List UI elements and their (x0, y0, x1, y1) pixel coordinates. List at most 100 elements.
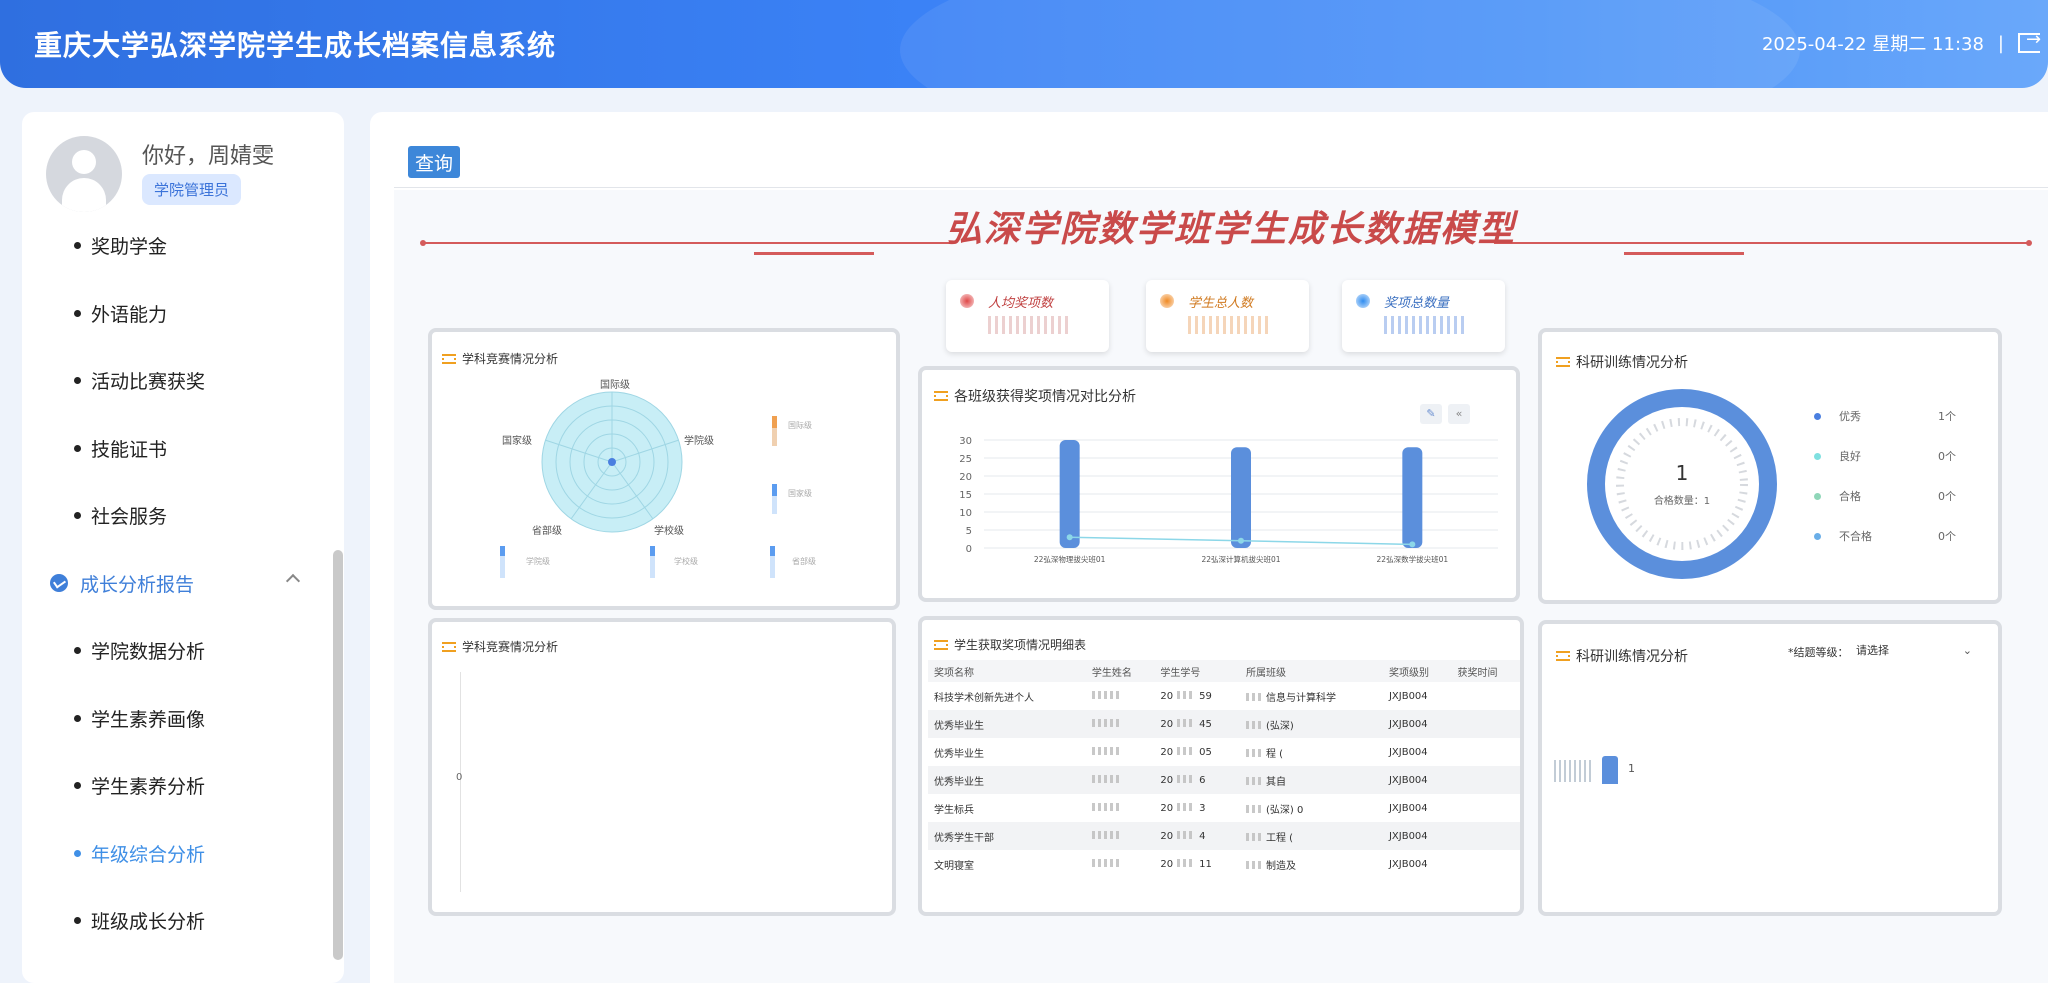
bottom-bar-label: 省部级 (792, 556, 816, 566)
y-tick-label: 5 (966, 526, 972, 537)
panel-title-text: 学科竞赛情况分析 (462, 640, 559, 654)
legend-name: 优秀 (1839, 410, 1861, 423)
table-row[interactable]: 优秀毕业生 20 45 (弘深) JXJB004 (928, 710, 1520, 738)
student-id-suffix: 3 (1199, 802, 1206, 814)
table-cell: (弘深) (1239, 710, 1383, 738)
series-point (1409, 541, 1416, 548)
header-divider: | (1997, 32, 2004, 54)
query-button[interactable]: 查询 (408, 146, 460, 178)
table-row[interactable]: 优秀毕业生 20 6 其自 JXJB004 (928, 766, 1520, 794)
chevron-up-icon[interactable] (285, 573, 301, 588)
table-header-cell[interactable]: 获奖时间 (1451, 660, 1520, 682)
sidebar-item-grade-analysis[interactable]: 年级综合分析 (22, 820, 344, 888)
table-header-cell[interactable]: 学生姓名 (1085, 660, 1155, 682)
sidebar-menu: 奖助学金 外语能力 活动比赛获奖 技能证书 社会服务 成长分析报告 学院数据分析… (22, 212, 344, 955)
stat-label: 人均奖项数 (988, 296, 1054, 311)
table-header-cell[interactable]: 所属班级 (1239, 660, 1383, 682)
table-header-cell[interactable]: 学生学号 (1154, 660, 1240, 682)
app-header: 重庆大学弘深学院学生成长档案信息系统 (0, 0, 2048, 88)
sidebar-item-college-analysis[interactable]: 学院数据分析 (22, 617, 344, 685)
side-bar-fill (772, 484, 777, 496)
table-cell (1451, 738, 1520, 766)
user-greeting: 你好，周婧雯 (142, 144, 275, 169)
sidebar-item-language[interactable]: 外语能力 (22, 280, 344, 348)
sidebar-item-label: 社会服务 (91, 506, 168, 529)
ring-legend-item: 良好 (1814, 448, 1861, 464)
student-id-suffix: 11 (1199, 858, 1212, 870)
role-badge: 学院管理员 (142, 174, 242, 205)
table-header-cell[interactable]: 奖项级别 (1382, 660, 1452, 682)
table-cell: 优秀毕业生 (928, 710, 1086, 738)
sidebar-item-scholarship[interactable]: 奖助学金 (22, 212, 344, 280)
bottom-bar-fill (650, 546, 655, 556)
table-header-cell[interactable]: 奖项名称 (928, 660, 1086, 682)
x-tick-label: 22弘深物理拔尖班01 (1034, 554, 1106, 564)
obscured-class (1245, 776, 1262, 785)
y-tick-label: 20 (959, 472, 972, 483)
obscured-name (1091, 858, 1122, 867)
sidebar-item-social-service[interactable]: 社会服务 (22, 482, 344, 550)
student-id-prefix: 20 (1160, 858, 1174, 870)
table-row[interactable]: 优秀毕业生 20 05 程 (JXJB004 (928, 738, 1520, 766)
filter-label: *结题等级： (1788, 646, 1849, 659)
bullet-icon (74, 444, 81, 452)
student-id-suffix: 6 (1199, 774, 1206, 786)
sidebar-group-growth-report[interactable]: 成长分析报告 (22, 550, 344, 618)
class-name: (弘深) (1265, 720, 1294, 732)
bullet-icon (74, 917, 81, 925)
sidebar-item-student-portrait[interactable]: 学生素养画像 (22, 685, 344, 753)
obscured-id (1177, 802, 1196, 811)
sidebar-item-certificate[interactable]: 技能证书 (22, 415, 344, 483)
sidebar-scrollbar[interactable] (333, 550, 343, 960)
student-id-prefix: 20 (1160, 774, 1174, 786)
sidebar-item-label: 外语能力 (91, 303, 168, 326)
sidebar-item-competition[interactable]: 活动比赛获奖 (22, 347, 344, 415)
obscured-class (1245, 860, 1262, 869)
research-bar-panel: 科研训练情况分析 *结题等级： 请选择 ⌄ 1 (1538, 620, 2002, 916)
ring-center-label: 合格数量：1 (1654, 494, 1710, 507)
bottom-bar-fill (500, 546, 505, 556)
logout-icon[interactable] (2018, 29, 2041, 53)
table-row[interactable]: 学生标兵 20 3 (弘深) 0 JXJB004 (928, 794, 1520, 822)
legend-name: 不合格 (1839, 530, 1872, 543)
table-row[interactable]: 文明寝室 20 11 制造及 JXJB004 (928, 850, 1520, 878)
research-ring-panel: 科研训练情况分析 1 合格数量：1 优秀 1个 良好 0个 合格 0个 不合格 … (1538, 328, 2002, 604)
ring-legend-value: 1个 (1938, 410, 1956, 423)
table-cell: 20 4 (1154, 822, 1240, 850)
table-cell: JXJB004 (1388, 746, 1428, 758)
table-row[interactable]: 优秀学生干部 20 4 工程 (JXJB004 (928, 822, 1520, 850)
student-id-prefix: 20 (1160, 690, 1174, 702)
obscured-id (1177, 690, 1196, 699)
chevron-down-icon: ⌄ (1962, 644, 1972, 657)
bullet-icon (74, 849, 81, 857)
banner-line-right (1494, 242, 2030, 244)
avatar[interactable] (46, 136, 122, 212)
report-icon (50, 574, 68, 593)
ring-legend-item: 优秀 (1814, 408, 1861, 424)
sidebar-item-student-analysis[interactable]: 学生素养分析 (22, 752, 344, 820)
table-row[interactable]: 科技学术创新先进个人 20 59 信息与计算科学 JXJB004 (928, 682, 1520, 710)
sidebar-item-label: 学生素养分析 (91, 776, 206, 799)
awards-table-panel: 学生获取奖项情况明细表 奖项名称 学生姓名 学生学号 所属班级 奖项级别 获奖时… (918, 616, 1524, 916)
student-id-suffix: 59 (1199, 690, 1212, 702)
panel-icon (934, 639, 948, 650)
class-name: 工程 ( (1265, 832, 1294, 844)
obscured-class (1245, 804, 1262, 813)
awards-table: 奖项名称 学生姓名 学生学号 所属班级 奖项级别 获奖时间 科技学术创新先进个人… (928, 660, 1520, 878)
obscured-label (1554, 760, 1592, 782)
filter-select[interactable]: 请选择 ⌄ (1848, 640, 1988, 662)
sidebar-item-class-growth[interactable]: 班级成长分析 (22, 887, 344, 955)
bar-chart: 0 5 10 15 20 25 30 22弘深物理拔尖班01 22弘深计算机拔尖班01 22弘深数… (959, 436, 1498, 564)
header-right: 2025-04-22 星期二 11:38 | (1762, 29, 2041, 56)
app-title: 重庆大学弘深学院学生成长档案信息系统 (34, 29, 557, 62)
ring-legend-value: 0个 (1938, 530, 1956, 543)
table-cell (1451, 766, 1520, 794)
table-cell (1451, 822, 1520, 850)
panel-title: 科研训练情况分析 (1556, 646, 1688, 666)
awards-table-body: 科技学术创新先进个人 20 59 信息与计算科学 JXJB004 优秀毕业生 20 45 (弘深… (928, 682, 1520, 878)
bullet-icon (74, 647, 81, 655)
student-id-suffix: 4 (1199, 830, 1206, 842)
main-content: 查询 弘深学院数学班学生成长数据模型 人均奖项数 学生总人数 奖项总数量 学科竞… (370, 112, 2048, 983)
radar-axis-label: 国家级 (502, 434, 532, 447)
dashboard-board: 弘深学院数学班学生成长数据模型 人均奖项数 学生总人数 奖项总数量 学科竞赛情况… (394, 190, 2048, 983)
